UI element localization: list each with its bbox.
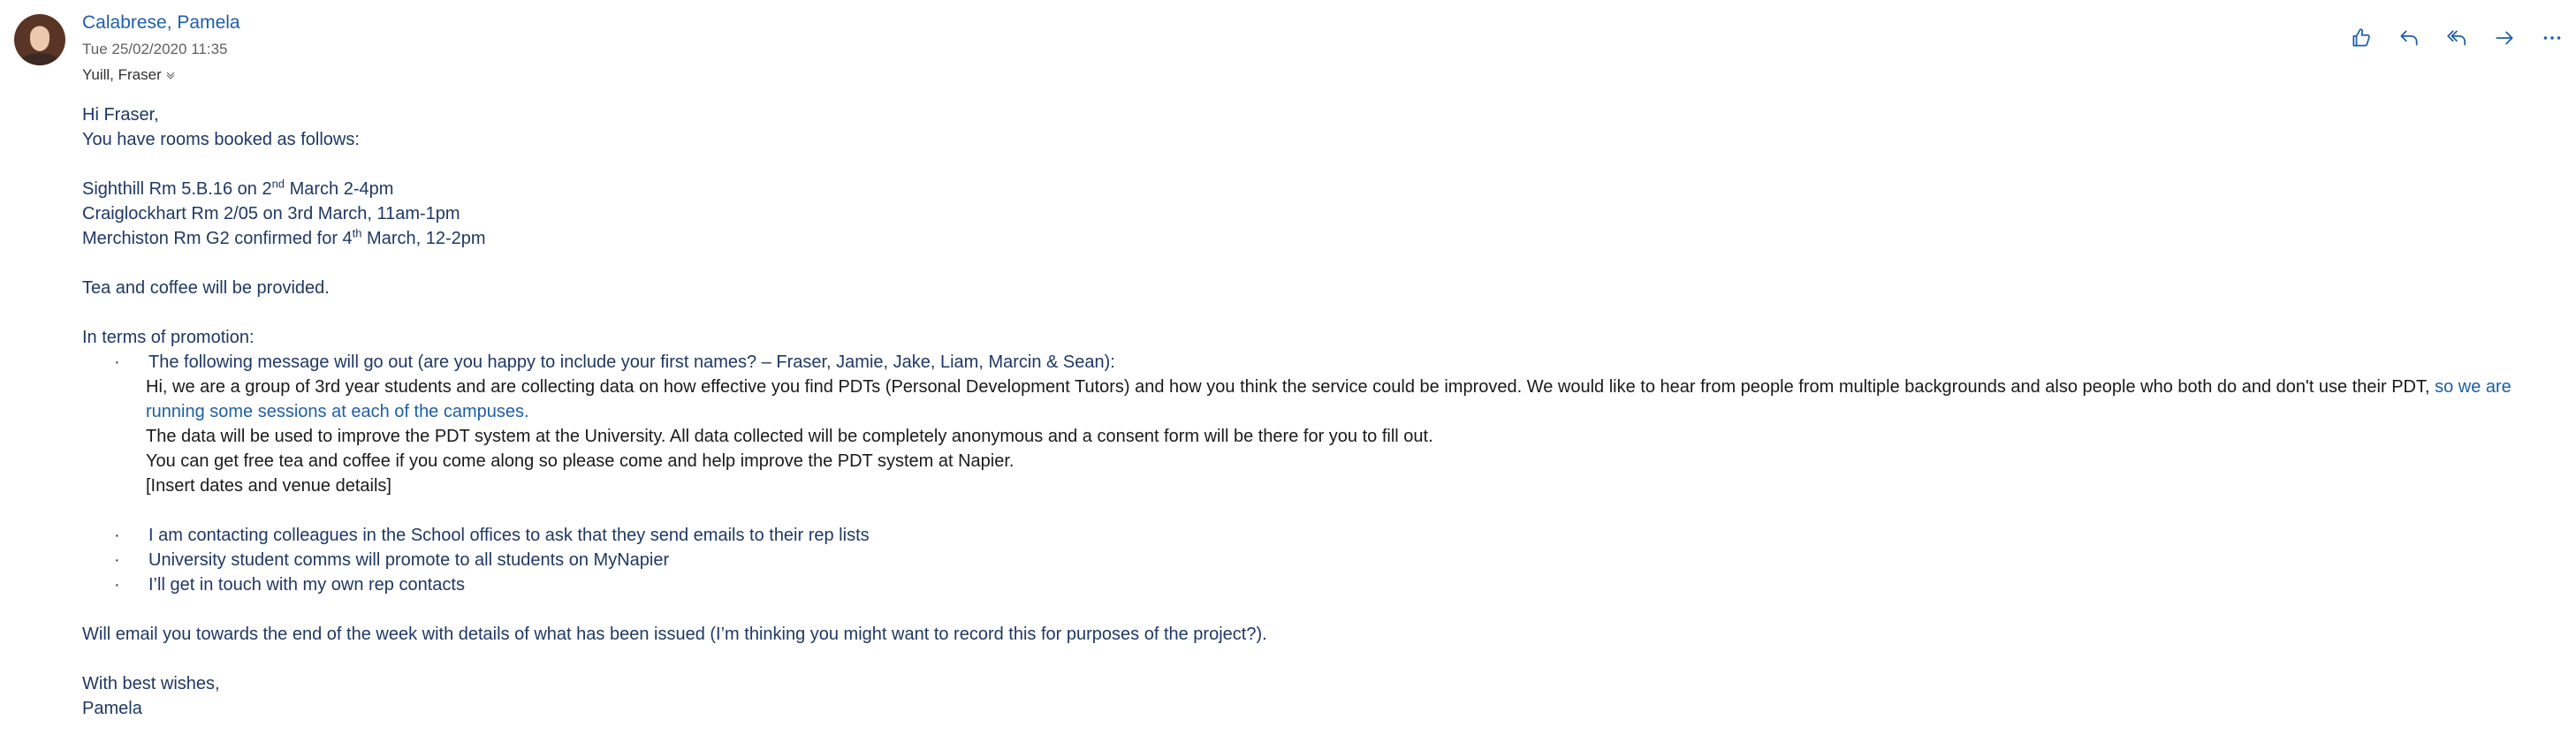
list-item: · University student comms will promote t… (114, 550, 670, 570)
reply-icon (2400, 30, 2418, 46)
signoff: With best wishes, (82, 674, 220, 693)
chevron-down-icon (166, 72, 175, 80)
booking-craiglockhart: Craiglockhart Rm 2/05 on 3rd March, 11am… (82, 204, 460, 223)
sender-name[interactable]: Calabrese, Pamela (82, 12, 240, 34)
message-toolbar (2337, 23, 2576, 53)
like-icon (2352, 28, 2370, 47)
sent-datetime: Tue 25/02/2020 11:35 (82, 41, 228, 57)
avatar-face (30, 27, 49, 51)
message-body: Hi Fraser, You have rooms booked as foll… (82, 102, 2539, 721)
more-actions-button[interactable] (2528, 23, 2576, 53)
recipient-name: Yuill, Fraser (82, 66, 162, 83)
reply-all-icon (2447, 30, 2466, 46)
promo-message-quote: Hi, we are a group of 3rd year students … (146, 377, 2511, 496)
list-item: · The following message will go out (are … (114, 352, 1115, 372)
forward-button[interactable] (2481, 23, 2528, 53)
like-button[interactable] (2337, 23, 2385, 53)
forward-icon (2496, 31, 2513, 45)
recipient[interactable]: Yuill, Fraser (82, 66, 176, 84)
list-item: · I’ll get in touch with my own rep conta… (114, 575, 465, 595)
reply-all-button[interactable] (2433, 23, 2481, 53)
signature: Pamela (82, 699, 142, 718)
booking-merchiston: Merchiston Rm G2 confirmed for 4th March… (82, 226, 486, 248)
avatar[interactable] (14, 14, 65, 65)
closing-line: Will email you towards the end of the we… (82, 625, 1267, 644)
list-item: · I am contacting colleagues in the Schoo… (114, 526, 870, 545)
refreshments-line: Tea and coffee will be provided. (82, 278, 330, 298)
more-icon (2543, 36, 2561, 40)
avatar-shoulders (19, 53, 60, 65)
promotion-heading: In terms of promotion: (82, 328, 255, 347)
greeting: Hi Fraser, (82, 105, 159, 125)
booking-sighthill: Sighthill Rm 5.B.16 on 2nd March 2-4pm (82, 177, 394, 199)
intro-line: You have rooms booked as follows: (82, 130, 360, 149)
reply-button[interactable] (2385, 23, 2433, 53)
